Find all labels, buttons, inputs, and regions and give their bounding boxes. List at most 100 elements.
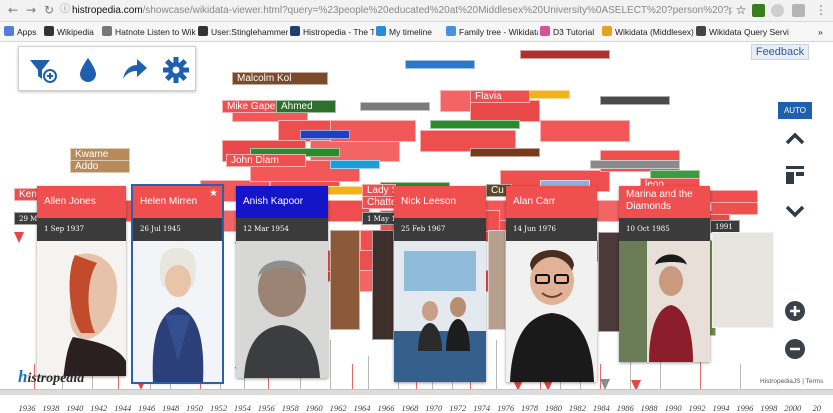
event-date: 26 Jul 1945 bbox=[133, 218, 222, 241]
bookmark-item[interactable]: Apps bbox=[4, 25, 42, 39]
zoom-out-icon[interactable] bbox=[782, 336, 808, 362]
feedback-button[interactable]: Feedback bbox=[751, 44, 809, 60]
event-title: Alan Carr bbox=[506, 186, 597, 218]
event-card-stacked-label[interactable]: 1 May 1 bbox=[362, 212, 396, 225]
forward-icon[interactable]: → bbox=[24, 3, 38, 17]
auto-toggle-button[interactable]: AUTO bbox=[778, 102, 812, 119]
event-card-stacked[interactable] bbox=[360, 102, 430, 111]
apps-icon bbox=[4, 26, 14, 36]
event-date: 1 Sep 1937 bbox=[37, 218, 126, 241]
color-drop-icon[interactable] bbox=[73, 55, 103, 85]
back-icon[interactable]: ← bbox=[6, 3, 20, 17]
histropedia-timeline[interactable]: Malcolm Kol Mike Gape Ahmed Kwame Addo John D… bbox=[0, 42, 833, 413]
event-card[interactable]: Alan Carr 14 Jun 1976 bbox=[506, 186, 597, 382]
portrait-image bbox=[394, 241, 486, 382]
toolbox bbox=[18, 46, 196, 91]
event-card-stacked[interactable] bbox=[470, 148, 540, 157]
event-image-stacked[interactable] bbox=[488, 230, 506, 330]
extension-icon[interactable] bbox=[752, 4, 765, 17]
bookmark-label: Family tree - Wikidata bbox=[459, 27, 538, 37]
event-date: 10 Oct 1985 bbox=[619, 218, 710, 241]
event-card[interactable]: Anish Kapoor 12 Mar 1954 bbox=[236, 186, 328, 378]
d3-icon bbox=[540, 26, 550, 36]
event-tick[interactable] bbox=[496, 340, 497, 390]
chevron-up-icon[interactable] bbox=[782, 126, 808, 152]
event-card-stacked-label[interactable]: Flavia bbox=[470, 90, 530, 103]
event-card-stacked-label[interactable]: 29 Ma bbox=[14, 212, 38, 225]
star-icon[interactable]: ★ bbox=[209, 189, 218, 199]
reload-icon[interactable]: ↻ bbox=[42, 3, 56, 17]
event-card-stacked-label[interactable]: Addo bbox=[70, 160, 130, 173]
more-bookmarks-icon[interactable]: » bbox=[818, 25, 830, 39]
event-pin[interactable] bbox=[14, 232, 24, 243]
settings-gear-icon[interactable] bbox=[161, 55, 191, 85]
event-card-stacked[interactable] bbox=[600, 96, 670, 105]
bookmark-item[interactable]: Histropedia - The Tim bbox=[290, 25, 374, 39]
bookmark-item[interactable]: User:Stinglehammer bbox=[198, 25, 288, 39]
event-image-stacked[interactable] bbox=[712, 232, 774, 328]
event-title: Nick Leeson bbox=[394, 186, 486, 218]
histropedia-icon bbox=[290, 26, 300, 36]
event-tick[interactable] bbox=[352, 364, 353, 390]
event-date: 14 Jun 1976 bbox=[506, 218, 597, 241]
event-card-stacked[interactable] bbox=[590, 160, 680, 169]
event-card-selected[interactable]: Helen Mirren ★ 26 Jul 1945 bbox=[131, 184, 224, 384]
url-field[interactable]: histropedia.com/showcase/wikidata-viewer… bbox=[72, 3, 732, 19]
bookmark-item[interactable]: D3 Tutorial bbox=[540, 25, 600, 39]
family-tree-icon bbox=[446, 26, 456, 36]
event-card-stacked-label[interactable]: Ken bbox=[14, 188, 38, 201]
bookmark-item[interactable]: Wikidata Query Servi bbox=[696, 25, 792, 39]
timeline-axis[interactable] bbox=[0, 389, 833, 395]
info-icon: ⓘ bbox=[60, 4, 70, 15]
event-card-stacked[interactable] bbox=[300, 130, 350, 139]
bookmark-item[interactable]: Family tree - Wikidata bbox=[446, 25, 538, 39]
event-card-stacked[interactable] bbox=[470, 100, 540, 122]
window: { "browser": { "url_host": "histropedia.… bbox=[0, 0, 833, 413]
event-tick[interactable] bbox=[330, 340, 331, 390]
bookmark-item[interactable]: Wikidata (Middlesex) bbox=[602, 25, 694, 39]
event-card-stacked[interactable] bbox=[430, 120, 520, 129]
event-card-stacked[interactable] bbox=[540, 120, 630, 142]
event-card[interactable]: Allen Jones 1 Sep 1937 bbox=[37, 186, 126, 376]
wikipedia-icon bbox=[198, 26, 208, 36]
zoom-in-icon[interactable] bbox=[782, 298, 808, 324]
bookmark-star-icon[interactable]: ☆ bbox=[734, 3, 748, 17]
event-date: 25 Feb 1967 bbox=[394, 218, 486, 241]
portrait-image bbox=[133, 241, 222, 382]
event-card-stacked[interactable] bbox=[520, 50, 610, 59]
extension-icon[interactable] bbox=[771, 4, 784, 17]
bookmark-item[interactable]: Wikipedia bbox=[44, 25, 100, 39]
event-image-stacked[interactable] bbox=[598, 232, 620, 332]
bookmark-item[interactable]: My timeline bbox=[376, 25, 444, 39]
menu-icon[interactable]: ⋮ bbox=[814, 3, 828, 17]
timeline-icon bbox=[376, 26, 386, 36]
event-date: 12 Mar 1954 bbox=[236, 218, 328, 241]
event-image-stacked[interactable] bbox=[372, 230, 394, 340]
event-card-stacked-label[interactable]: Malcolm Kol bbox=[232, 72, 328, 85]
event-card[interactable]: Marina and the Diamonds 10 Oct 1985 bbox=[619, 186, 710, 362]
stack-top-icon[interactable] bbox=[782, 162, 808, 188]
extension-icon[interactable] bbox=[792, 4, 805, 17]
event-card-stacked-label[interactable]: Ahmed bbox=[276, 100, 336, 113]
bookmarks-bar: Apps Wikipedia Hatnote Listen to Wiki User:… bbox=[0, 22, 833, 42]
wikidata-icon bbox=[602, 26, 612, 36]
address-bar-row: ← → ↻ ⓘ histropedia.com/showcase/wikidat… bbox=[0, 0, 833, 22]
chevron-down-icon[interactable] bbox=[782, 198, 808, 224]
bookmark-item[interactable]: Hatnote Listen to Wiki bbox=[102, 25, 196, 39]
event-card-stacked[interactable] bbox=[405, 60, 475, 69]
event-title: Allen Jones bbox=[37, 186, 126, 218]
event-tick[interactable] bbox=[740, 364, 741, 390]
credits-link[interactable]: HistropediaJS | Terms bbox=[760, 378, 823, 385]
portrait-image bbox=[619, 241, 710, 362]
event-card-stacked[interactable] bbox=[330, 160, 380, 169]
share-arrow-icon[interactable] bbox=[119, 55, 149, 85]
event-image-stacked[interactable] bbox=[330, 230, 360, 330]
bookmark-label: User:Stinglehammer bbox=[211, 27, 288, 37]
filter-add-icon[interactable] bbox=[27, 55, 57, 85]
event-title: Marina and the Diamonds bbox=[619, 186, 710, 218]
histropedia-logo[interactable]: histropedia bbox=[18, 367, 84, 387]
event-card-stacked-label[interactable]: Chatte bbox=[362, 196, 396, 209]
event-card-stacked-label[interactable]: John Diam bbox=[226, 154, 306, 167]
event-card[interactable]: Nick Leeson 25 Feb 1967 bbox=[394, 186, 486, 382]
event-tick[interactable] bbox=[368, 356, 369, 390]
